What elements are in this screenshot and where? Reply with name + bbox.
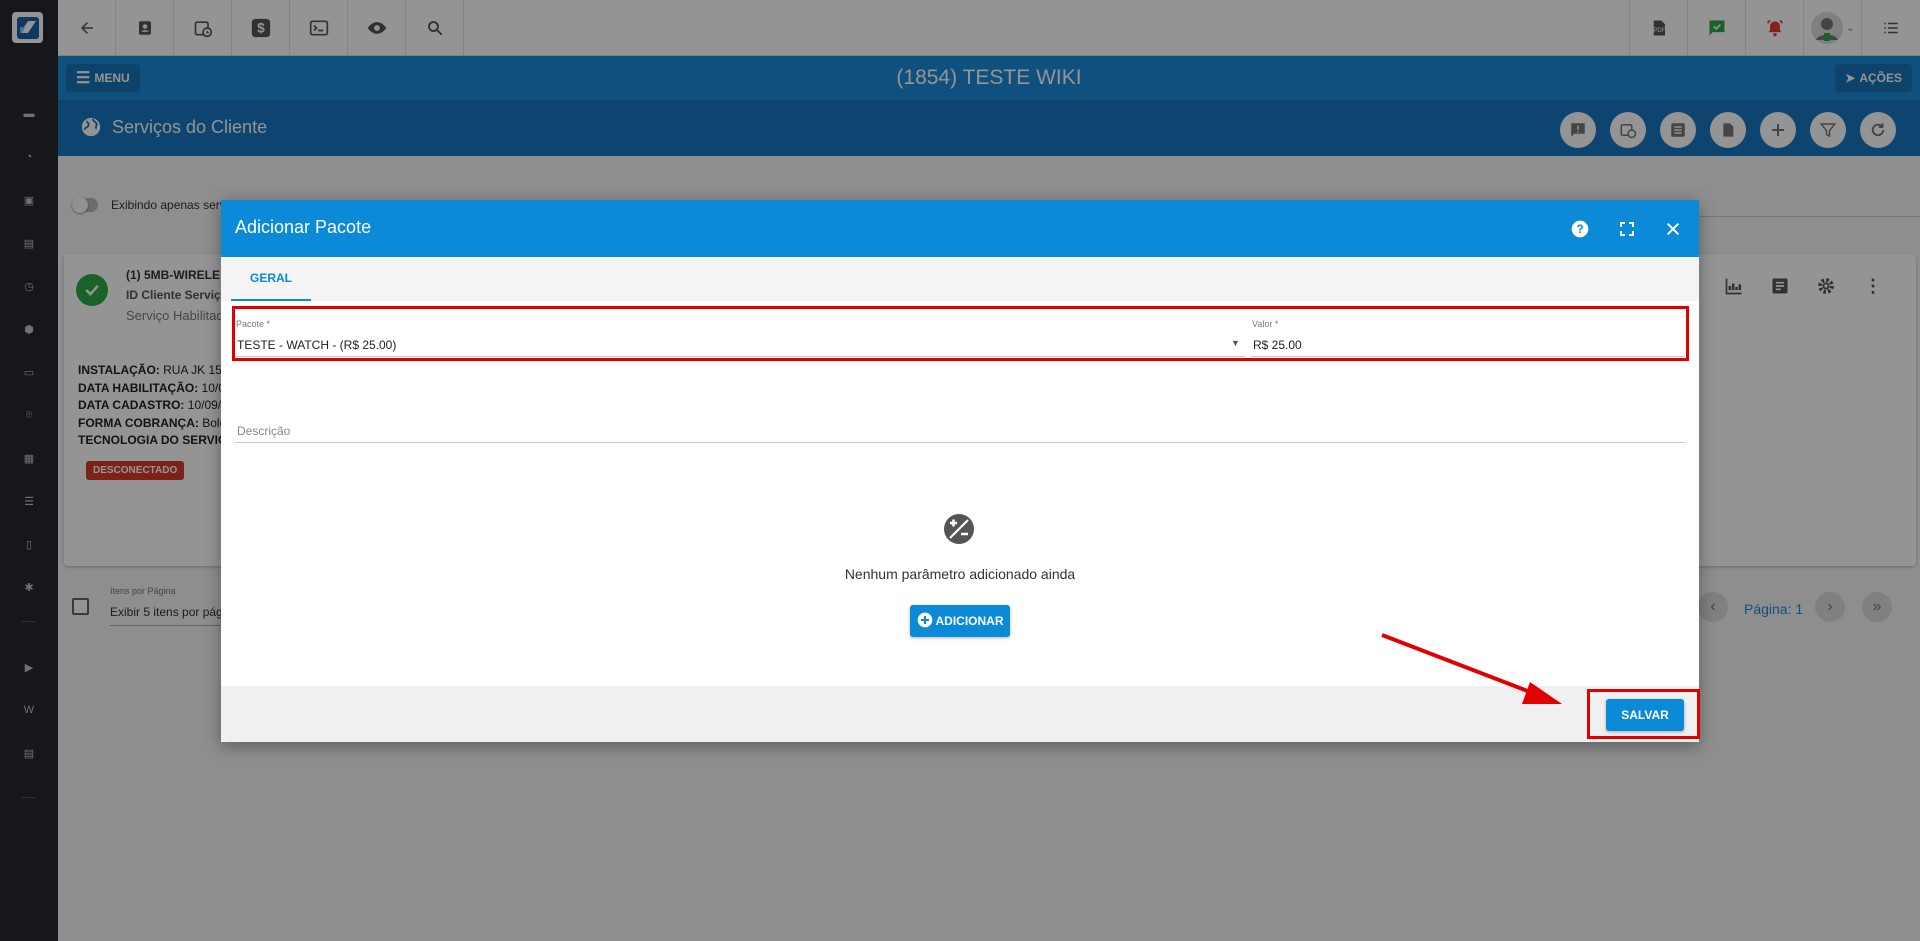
dialog-header: Adicionar Pacote ? bbox=[221, 200, 1699, 257]
add-circle-icon bbox=[917, 612, 933, 631]
dialog-title: Adicionar Pacote bbox=[235, 217, 372, 237]
highlight-box-fields bbox=[232, 306, 1689, 361]
dialog-tabs: GERAL bbox=[221, 257, 1699, 301]
highlight-box-save bbox=[1587, 689, 1700, 739]
add-button-label: ADICIONAR bbox=[935, 614, 1004, 628]
empty-message: Nenhum parâmetro adicionado ainda bbox=[844, 566, 1076, 582]
description-underline bbox=[235, 442, 1685, 443]
annotation-arrow-icon bbox=[1381, 633, 1562, 704]
svg-text:?: ? bbox=[1576, 223, 1583, 236]
close-icon[interactable] bbox=[1661, 217, 1685, 241]
fullscreen-icon[interactable] bbox=[1615, 217, 1639, 241]
description-input[interactable]: Descrição bbox=[237, 424, 290, 438]
plus-minus-icon bbox=[943, 513, 975, 550]
add-parameter-button[interactable]: ADICIONAR bbox=[910, 605, 1010, 637]
tab-general[interactable]: GERAL bbox=[231, 257, 311, 301]
help-icon[interactable]: ? bbox=[1568, 217, 1592, 241]
